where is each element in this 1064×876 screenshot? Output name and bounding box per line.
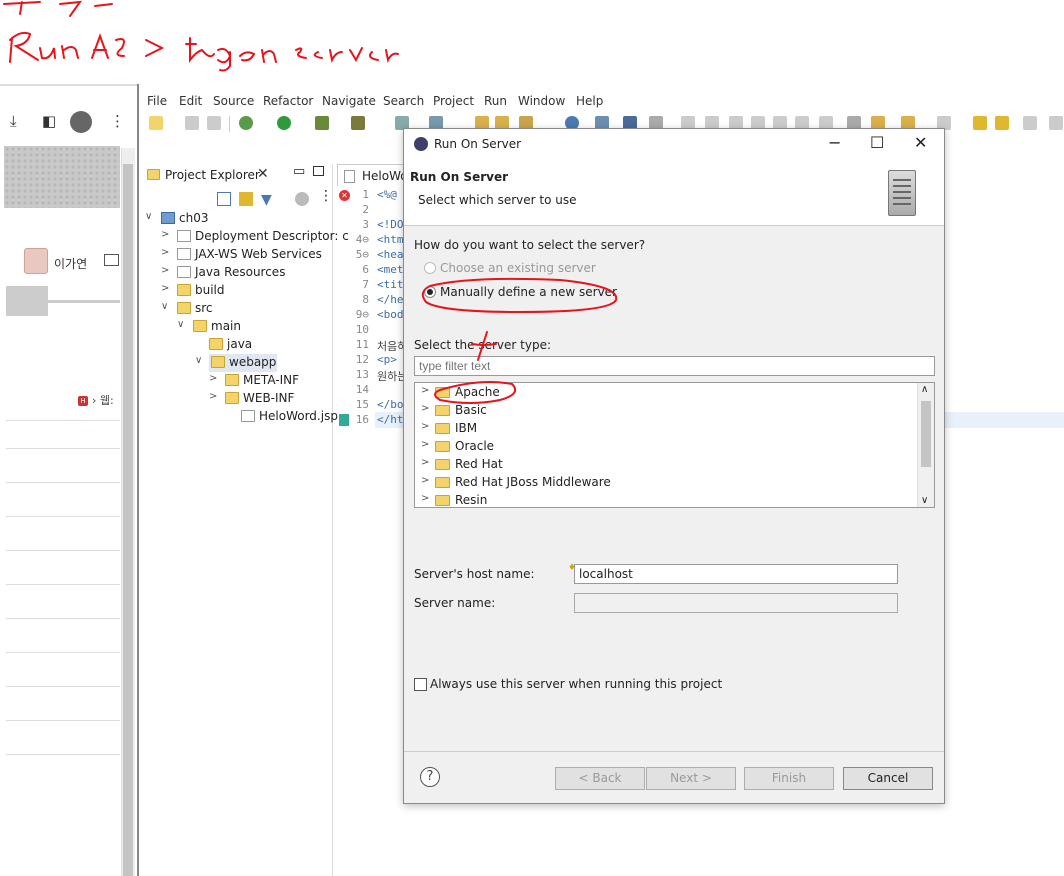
- circle-apache: [434, 381, 516, 404]
- circle-manual-define: [421, 277, 618, 314]
- arrow-mark: [471, 331, 497, 361]
- pen-markings: [421, 277, 618, 404]
